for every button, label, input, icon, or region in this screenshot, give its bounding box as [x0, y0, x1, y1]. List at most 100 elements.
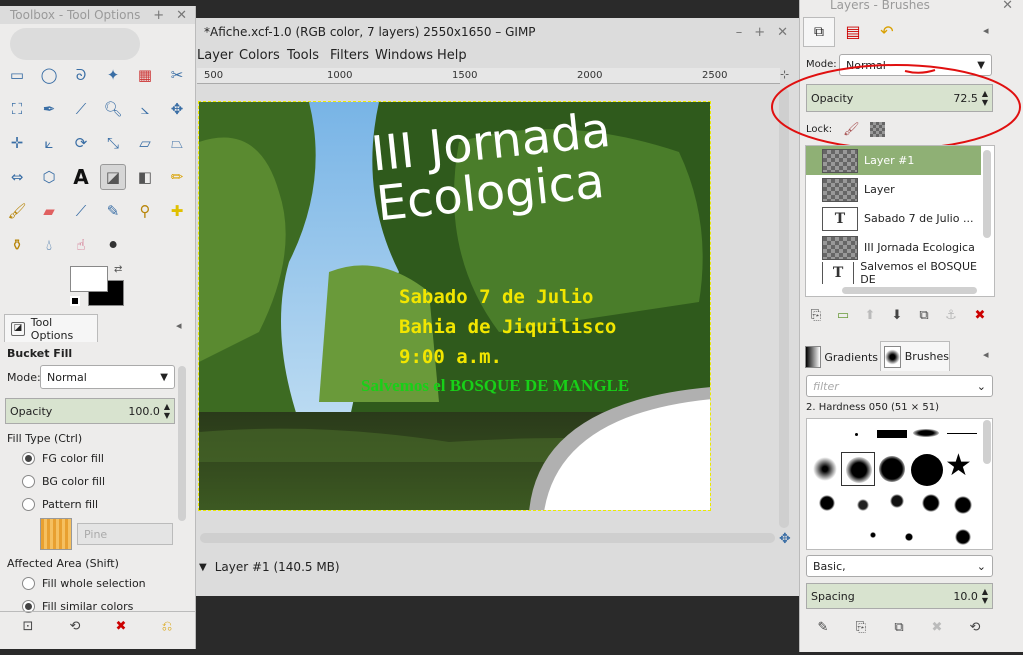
tab-layers[interactable]: ⧉ — [803, 17, 835, 47]
tab-undo[interactable]: ↶ — [871, 17, 903, 47]
brush-thumb[interactable] — [855, 433, 858, 436]
brush-thumb-selected[interactable] — [841, 452, 875, 486]
perspective-clone-icon[interactable]: ⚱ — [4, 232, 30, 258]
delete-options-icon[interactable]: ✖ — [111, 616, 131, 636]
close-icon[interactable]: ✕ — [176, 8, 187, 23]
paintbrush-icon[interactable]: 🖌︎ — [4, 198, 30, 224]
align-icon[interactable]: ✛ — [4, 130, 30, 156]
move-icon[interactable]: ✥ — [164, 96, 190, 122]
layer-row[interactable]: Layer #1 — [806, 146, 981, 175]
ellipse-select-icon[interactable]: ◯ — [36, 62, 62, 88]
restore-options-icon[interactable]: ⟲ — [65, 616, 85, 636]
scissors-icon[interactable]: ✂ — [164, 62, 190, 88]
opacity-spinner[interactable]: Opacity 100.0 ▲ ▼ — [5, 398, 175, 424]
star-brush-icon[interactable]: ★ — [945, 451, 972, 481]
new-layer-group-icon[interactable]: ▭ — [833, 305, 853, 325]
refresh-brushes-icon[interactable]: ⟲ — [965, 617, 985, 637]
pencil-icon[interactable]: ✏ — [164, 164, 190, 190]
fg-bg-color-swatch[interactable]: ⇄ — [70, 264, 128, 308]
raise-layer-icon[interactable]: ⬆ — [860, 305, 880, 325]
image-canvas[interactable]: III Jornada Ecologica Sabado 7 de Julio … — [198, 101, 711, 511]
pattern-fill-radio[interactable] — [22, 498, 35, 511]
crop-icon[interactable]: ⟀ — [36, 130, 62, 156]
bucket-fill-icon[interactable]: ◪ — [100, 164, 126, 190]
new-brush-icon[interactable]: ⎘ — [851, 617, 871, 637]
vertical-scrollbar[interactable] — [779, 88, 789, 528]
menu-help[interactable]: Help — [437, 48, 467, 63]
configure-tab-icon[interactable]: ◂ — [983, 348, 989, 361]
foreground-color[interactable] — [70, 266, 108, 292]
layer-row[interactable]: III Jornada Ecologica — [806, 233, 981, 262]
close-icon[interactable]: ✕ — [1002, 0, 1013, 13]
swap-colors-icon[interactable]: ⇄ — [114, 264, 122, 275]
airbrush-icon[interactable]: ⟋ — [68, 198, 94, 224]
mode-dropdown[interactable]: Normal ▼ — [40, 365, 175, 389]
color-select-icon[interactable]: ▦ — [132, 62, 158, 88]
blur-sharpen-icon[interactable]: 💧︎ — [36, 232, 62, 258]
tab-channels[interactable]: ▤ — [837, 17, 869, 47]
delete-brush-icon[interactable]: ✖ — [927, 617, 947, 637]
lock-alpha-icon[interactable] — [870, 122, 885, 137]
close-icon[interactable]: ✕ — [777, 25, 788, 40]
fg-fill-radio[interactable] — [22, 452, 35, 465]
configure-tab-icon[interactable]: ◂ — [176, 319, 182, 332]
layer-row[interactable]: T Salvemos el BOSQUE DE — [806, 262, 981, 284]
cage-transform-icon[interactable]: ⬡ — [36, 164, 62, 190]
flip-icon[interactable]: ⇔ — [4, 164, 30, 190]
add-icon[interactable]: + — [153, 8, 164, 23]
brush-scrollbar[interactable] — [983, 420, 991, 464]
add-icon[interactable]: + — [754, 25, 765, 40]
menu-filters[interactable]: Filters — [330, 48, 369, 63]
layer-row[interactable]: T Sabado 7 de Julio ... — [806, 204, 981, 233]
delete-layer-icon[interactable]: ✖ — [970, 305, 990, 325]
rect-select-icon[interactable]: ▭ — [4, 62, 30, 88]
shear-icon[interactable]: ▱ — [132, 130, 158, 156]
scale-icon[interactable]: ⤡ — [100, 130, 126, 156]
clone-icon[interactable]: ⚲ — [132, 198, 158, 224]
brush-set-dropdown[interactable]: Basic, ⌄ — [806, 555, 993, 577]
brush-thumb[interactable] — [879, 456, 905, 482]
paths-icon[interactable]: ✒ — [36, 96, 62, 122]
layers-hscrollbar[interactable] — [842, 287, 977, 294]
save-options-icon[interactable]: ⊡ — [18, 616, 38, 636]
brush-thumb[interactable] — [877, 430, 907, 438]
layer-row[interactable]: Layer — [806, 175, 981, 204]
spacing-spinner[interactable]: Spacing 10.0 ▲ ▼ — [806, 583, 993, 609]
bg-fill-radio[interactable] — [22, 475, 35, 488]
text-tool-icon[interactable]: A — [68, 164, 94, 190]
menu-tools[interactable]: Tools — [287, 48, 319, 63]
perspective-icon[interactable]: ⏢ — [164, 130, 190, 156]
foreground-select-icon[interactable]: ⛶ — [4, 96, 30, 122]
anchor-layer-icon[interactable]: ⚓ — [941, 305, 961, 325]
pattern-preview[interactable] — [40, 518, 72, 550]
eraser-icon[interactable]: ▰ — [36, 198, 62, 224]
brush-thumb[interactable] — [911, 454, 943, 486]
brush-thumb[interactable] — [947, 433, 977, 434]
blend-icon[interactable]: ◧ — [132, 164, 158, 190]
smudge-icon[interactable]: ☝ — [68, 232, 94, 258]
measure-icon[interactable]: ⦣ — [132, 96, 158, 122]
fuzzy-select-icon[interactable]: ✦ — [100, 62, 126, 88]
menu-colors[interactable]: Colors — [239, 48, 280, 63]
heal-icon[interactable]: ✚ — [164, 198, 190, 224]
brush-thumb[interactable] — [813, 457, 837, 481]
lock-pixels-icon[interactable]: 🖌︎ — [843, 122, 860, 137]
whole-selection-radio[interactable] — [22, 577, 35, 590]
tab-gradients[interactable]: Gradients — [803, 343, 878, 371]
duplicate-brush-icon[interactable]: ⧉ — [889, 617, 909, 637]
free-select-icon[interactable]: ᘐ — [68, 62, 94, 88]
brush-thumb[interactable] — [813, 491, 983, 549]
ink-icon[interactable]: ✎ — [100, 198, 126, 224]
duplicate-layer-icon[interactable]: ⧉ — [914, 305, 934, 325]
options-scrollbar[interactable] — [178, 366, 186, 521]
brush-thumb[interactable] — [913, 429, 939, 437]
dodge-burn-icon[interactable]: ⚫ — [100, 232, 126, 258]
horizontal-scrollbar[interactable] — [200, 533, 775, 543]
rotate-icon[interactable]: ⟳ — [68, 130, 94, 156]
minimize-icon[interactable]: – — [736, 25, 743, 40]
edit-brush-icon[interactable]: ✎ — [813, 617, 833, 637]
layers-vscrollbar[interactable] — [983, 150, 991, 238]
configure-tab-icon[interactable]: ◂ — [983, 24, 989, 37]
lower-layer-icon[interactable]: ⬇ — [887, 305, 907, 325]
reset-options-icon[interactable]: ⎌ — [157, 616, 177, 636]
